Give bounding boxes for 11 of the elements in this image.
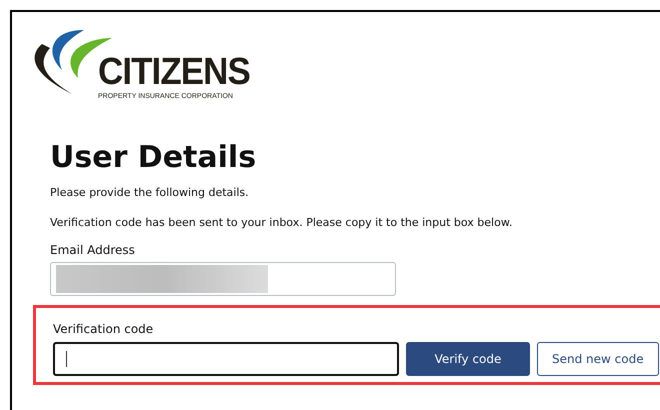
text-cursor [66, 351, 67, 367]
field-label: Verification code [53, 322, 154, 336]
code-input-field[interactable] [53, 342, 399, 376]
page-heading: User Details [50, 140, 258, 176]
verify-button[interactable]: Verify code [406, 342, 530, 376]
logo-wordmark: CITIZENS [98, 52, 250, 92]
notice-text: Verification code has been sent to your inbox. Please copy it to the input box below. [50, 216, 514, 229]
intro-text: Please provide the following details. [50, 186, 250, 199]
field-label: Email Address [50, 243, 136, 257]
email-field[interactable] [50, 262, 396, 296]
resend-button[interactable]: Send new code [537, 342, 659, 376]
